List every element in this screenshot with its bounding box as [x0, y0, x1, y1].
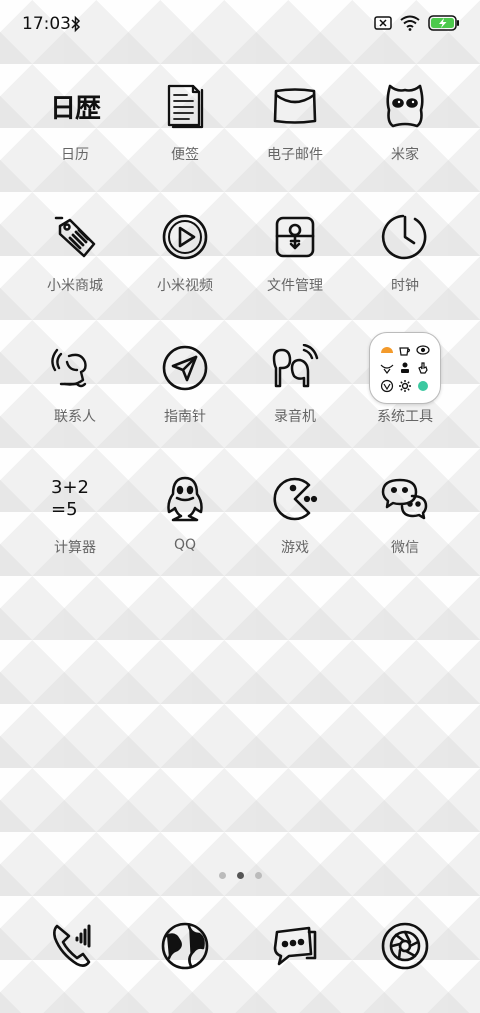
- email-icon: [265, 76, 325, 136]
- recorder-icon: [265, 338, 325, 398]
- calendar-icon-text: 日歴: [49, 93, 101, 124]
- messages-icon: [273, 926, 317, 966]
- app-qq[interactable]: QQ: [130, 469, 240, 561]
- folder-icon: [369, 332, 441, 404]
- app-mi-video[interactable]: 小米视频: [130, 207, 240, 299]
- notes-icon: [155, 76, 215, 136]
- status-time: 17:03: [22, 14, 71, 34]
- app-label: 计算器: [54, 540, 96, 556]
- app-calculator[interactable]: 3+2 =5 计算器: [20, 469, 130, 561]
- app-label: QQ: [173, 537, 197, 553]
- app-label: 日历: [61, 147, 89, 163]
- app-label: 小米商城: [47, 278, 103, 294]
- dock-messages[interactable]: [240, 918, 350, 974]
- cleaner-mini-icon: [418, 381, 428, 391]
- app-mi-store[interactable]: 小米商城: [20, 207, 130, 299]
- app-games[interactable]: 游戏: [240, 469, 350, 561]
- wechat-icon: [375, 469, 435, 529]
- app-mijia[interactable]: 米家: [350, 76, 460, 168]
- app-grid: 日歴 日历 便签 电子邮件 米家 小米商城 小米视频 文件管理 时钟 联系人 指…: [20, 76, 460, 561]
- page-dot[interactable]: [218, 872, 226, 879]
- gear-mini-icon: [399, 380, 411, 392]
- mijia-icon: [375, 76, 435, 136]
- app-label: 时钟: [391, 278, 419, 294]
- tag-icon: [45, 207, 105, 267]
- bluetooth-icon: [71, 15, 81, 33]
- page-indicator: [0, 872, 480, 879]
- eye-mini-icon: [416, 345, 430, 355]
- app-label: 便签: [171, 147, 199, 163]
- app-label: 微信: [391, 540, 419, 556]
- app-file-manager[interactable]: 文件管理: [240, 207, 350, 299]
- dock-camera[interactable]: [350, 918, 460, 974]
- app-label: 小米视频: [157, 278, 213, 294]
- browser-icon: [161, 922, 209, 970]
- folder-system-tools[interactable]: 系统工具: [350, 332, 460, 430]
- app-label: 电子邮件: [267, 147, 323, 163]
- clock-icon: [375, 207, 435, 267]
- app-label: 录音机: [274, 409, 316, 425]
- play-icon: [155, 207, 215, 267]
- app-compass[interactable]: 指南针: [130, 338, 240, 430]
- qq-icon: [155, 469, 215, 529]
- hand-mini-icon: [418, 362, 428, 374]
- contacts-icon: [45, 338, 105, 398]
- calc-top-text: 3+2: [51, 477, 89, 498]
- dock-phone[interactable]: [20, 918, 130, 974]
- calendar-icon: 日歴: [45, 76, 105, 136]
- calculator-icon: 3+2 =5: [45, 469, 105, 529]
- compass-icon: [155, 338, 215, 398]
- bird-mini-icon: [380, 364, 394, 374]
- app-label: 系统工具: [377, 409, 433, 425]
- app-label: 联系人: [54, 409, 96, 425]
- app-label: 文件管理: [267, 278, 323, 294]
- app-contacts[interactable]: 联系人: [20, 338, 130, 430]
- app-label: 游戏: [281, 540, 309, 556]
- app-email[interactable]: 电子邮件: [240, 76, 350, 168]
- dock-browser[interactable]: [130, 918, 240, 974]
- sim-card-icon: [374, 16, 392, 30]
- page-dot-active[interactable]: [236, 872, 244, 879]
- app-notes[interactable]: 便签: [130, 76, 240, 168]
- person-mini-icon: [401, 362, 409, 373]
- weather-mini-icon: [381, 347, 393, 353]
- app-calendar[interactable]: 日歴 日历: [20, 76, 130, 168]
- app-label: 指南针: [164, 409, 206, 425]
- page-dot[interactable]: [254, 872, 262, 879]
- file-manager-icon: [265, 207, 325, 267]
- battery-icon: [428, 15, 459, 31]
- dock: [20, 918, 460, 974]
- app-recorder[interactable]: 录音机: [240, 338, 350, 430]
- status-bar: 17:03: [0, 0, 480, 52]
- calc-bottom-text: =5: [51, 499, 78, 520]
- app-wechat[interactable]: 微信: [350, 469, 460, 561]
- wifi-icon: [400, 15, 420, 31]
- cup-mini-icon: [399, 347, 411, 356]
- game-icon: [265, 469, 325, 529]
- app-clock[interactable]: 时钟: [350, 207, 460, 299]
- phone-icon: [53, 924, 91, 967]
- app-label: 米家: [391, 147, 419, 163]
- shield-mini-icon: [380, 379, 394, 393]
- camera-icon: [381, 922, 429, 970]
